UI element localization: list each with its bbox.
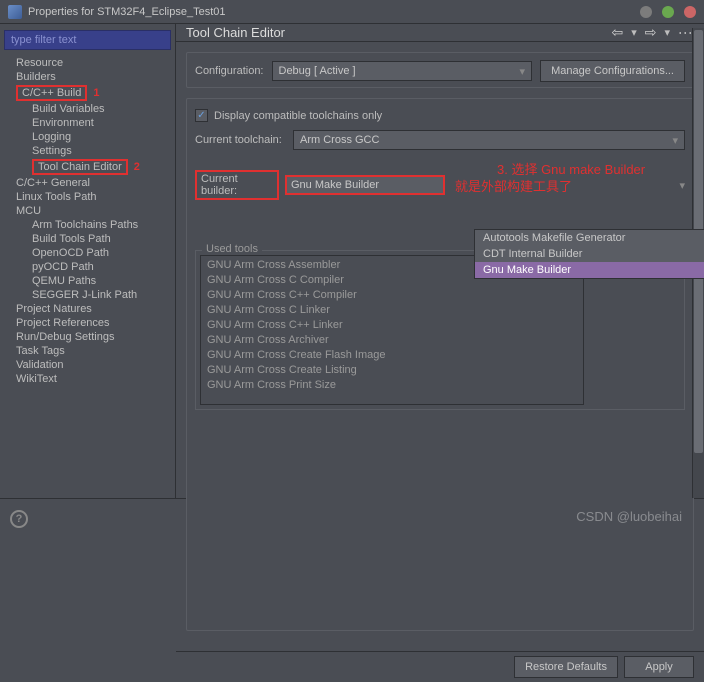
page-title: Tool Chain Editor — [186, 25, 611, 40]
current-toolchain-label: Current toolchain: — [195, 134, 287, 146]
config-dropdown[interactable]: Debug [ Active ]▾ — [272, 61, 533, 81]
tree-logging[interactable]: Logging — [0, 130, 175, 144]
tree-project-natures[interactable]: Project Natures — [0, 302, 175, 316]
maximize-icon[interactable] — [662, 6, 674, 18]
close-icon[interactable] — [684, 6, 696, 18]
tree-validation[interactable]: Validation — [0, 358, 175, 372]
builder-option[interactable]: Autotools Makefile Generator — [475, 230, 704, 246]
forward-arrow-icon[interactable]: ⇨ — [645, 24, 657, 41]
annotation-3: 3. 选择 Gnu make Builder — [497, 159, 645, 178]
watermark: CSDN @luobeihai — [576, 509, 682, 524]
button-row: Restore Defaults Apply — [176, 651, 704, 682]
tool-item[interactable]: GNU Arm Cross C++ Linker — [203, 318, 581, 333]
window-title: Properties for STM32F4_Eclipse_Test01 — [28, 6, 640, 18]
tree-mcu[interactable]: MCU — [0, 204, 175, 218]
filter-input[interactable]: type filter text — [4, 30, 171, 50]
tree-rundebug[interactable]: Run/Debug Settings — [0, 330, 175, 344]
builder-dropdown-list: Autotools Makefile Generator CDT Interna… — [474, 229, 704, 279]
sidebar: type filter text Resource Builders C/C++… — [0, 24, 176, 498]
tree-openocd[interactable]: OpenOCD Path — [0, 246, 175, 260]
tree-toolchain-editor[interactable]: Tool Chain Editor2 — [0, 158, 175, 176]
title-bar: Properties for STM32F4_Eclipse_Test01 — [0, 0, 704, 24]
window-buttons — [640, 6, 696, 18]
tool-item[interactable]: GNU Arm Cross C Linker — [203, 303, 581, 318]
apply-button[interactable]: Apply — [624, 656, 694, 678]
back-arrow-icon[interactable]: ⇦ — [611, 24, 623, 41]
tree-build-tools[interactable]: Build Tools Path — [0, 232, 175, 246]
help-icon[interactable]: ? — [10, 510, 28, 528]
config-group: Configuration: Debug [ Active ]▾ Manage … — [186, 52, 694, 88]
config-label: Configuration: — [195, 65, 264, 77]
compat-checkbox[interactable]: ✓ — [195, 109, 208, 122]
tree-pyocd[interactable]: pyOCD Path — [0, 260, 175, 274]
current-builder-label: Current builder: — [195, 170, 279, 200]
annotation-2: 2 — [134, 161, 140, 173]
tree-qemu[interactable]: QEMU Paths — [0, 274, 175, 288]
tool-item[interactable]: GNU Arm Cross Print Size — [203, 378, 581, 393]
tree-environment[interactable]: Environment — [0, 116, 175, 130]
category-tree: Resource Builders C/C++ Build1 Build Var… — [0, 56, 175, 386]
current-toolchain-dropdown[interactable]: Arm Cross GCC▾ — [293, 130, 685, 150]
used-tools-legend: Used tools — [202, 243, 262, 255]
tree-segger[interactable]: SEGGER J-Link Path — [0, 288, 175, 302]
restore-defaults-button[interactable]: Restore Defaults — [514, 656, 618, 678]
tree-ccgeneral[interactable]: C/C++ General — [0, 176, 175, 190]
tree-settings[interactable]: Settings — [0, 144, 175, 158]
tree-build-variables[interactable]: Build Variables — [0, 102, 175, 116]
tree-project-references[interactable]: Project References — [0, 316, 175, 330]
builder-option-selected[interactable]: Gnu Make Builder — [475, 262, 704, 278]
tree-tasktags[interactable]: Task Tags — [0, 344, 175, 358]
builder-option[interactable]: CDT Internal Builder — [475, 246, 704, 262]
toolchain-group: ✓ Display compatible toolchains only Cur… — [186, 98, 694, 631]
tool-item[interactable]: GNU Arm Cross Create Flash Image — [203, 348, 581, 363]
app-icon — [8, 5, 22, 19]
tree-wikitext[interactable]: WikiText — [0, 372, 175, 386]
tree-linux-tools[interactable]: Linux Tools Path — [0, 190, 175, 204]
tree-ccbuild[interactable]: C/C++ Build1 — [0, 84, 175, 102]
tool-item[interactable]: GNU Arm Cross Create Listing — [203, 363, 581, 378]
annotation-1: 1 — [93, 87, 99, 99]
tree-resource[interactable]: Resource — [0, 56, 175, 70]
chevron-down-icon: ▾ — [679, 179, 685, 192]
manage-configs-button[interactable]: Manage Configurations... — [540, 60, 685, 82]
compat-label: Display compatible toolchains only — [214, 110, 382, 122]
tree-arm-toolchains[interactable]: Arm Toolchains Paths — [0, 218, 175, 232]
chevron-down-icon: ▾ — [672, 134, 678, 147]
chevron-down-icon: ▾ — [520, 65, 526, 78]
tree-builders[interactable]: Builders — [0, 70, 175, 84]
annotation-4: 就是外部构建工具了 — [455, 176, 572, 195]
tool-item[interactable]: GNU Arm Cross Archiver — [203, 333, 581, 348]
tool-item[interactable]: GNU Arm Cross C++ Compiler — [203, 288, 581, 303]
minimize-icon[interactable] — [640, 6, 652, 18]
current-builder-dropdown[interactable]: Gnu Make Builder — [285, 175, 445, 195]
main-panel: Tool Chain Editor ⇦ ▾ ⇨ ▾ ⋮ Configuratio… — [176, 24, 704, 498]
